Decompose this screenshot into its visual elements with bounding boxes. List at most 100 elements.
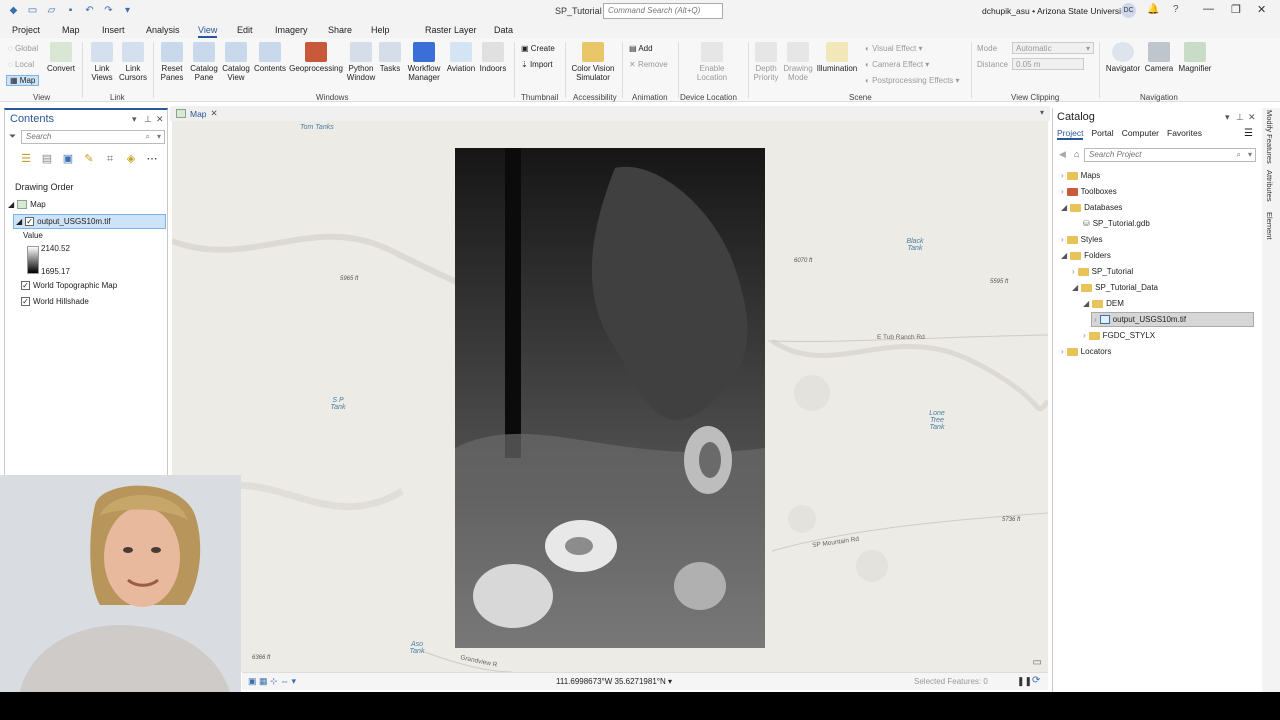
layer-row-selected[interactable]: ◢ ✓ output_USGS10m.tif: [13, 214, 166, 229]
command-search-input[interactable]: Command Search (Alt+Q): [603, 3, 723, 19]
tab-project[interactable]: Project: [12, 25, 40, 35]
minimize-button[interactable]: —: [1203, 3, 1214, 15]
close-pane-icon[interactable]: ✕: [1248, 112, 1256, 123]
tab-insert[interactable]: Insert: [102, 25, 125, 35]
link-cursors-button[interactable]: Link Cursors: [117, 42, 149, 82]
convert-button[interactable]: Convert: [46, 42, 76, 73]
side-tab-attributes[interactable]: Attributes: [1265, 170, 1274, 202]
help-icon[interactable]: ?: [1173, 4, 1179, 15]
home-icon[interactable]: ⌂: [1074, 149, 1079, 159]
list-by-source-icon[interactable]: ▤: [40, 152, 54, 166]
view-local-button[interactable]: ◌ Local: [8, 60, 34, 69]
basemap-visibility-checkbox[interactable]: ✓: [21, 281, 30, 290]
link-views-button[interactable]: Link Views: [86, 42, 118, 82]
tab-imagery[interactable]: Imagery: [275, 25, 308, 35]
catalog-tab-computer[interactable]: Computer: [1122, 128, 1159, 140]
thumbnail-create-button[interactable]: ▣ Create: [521, 44, 555, 53]
drawing-mode-button[interactable]: Drawing Mode: [782, 42, 814, 82]
tab-help[interactable]: Help: [371, 25, 390, 35]
tab-menu-icon[interactable]: ▾: [1040, 108, 1044, 117]
close-button[interactable]: ✕: [1257, 3, 1266, 16]
tab-share[interactable]: Share: [328, 25, 352, 35]
refresh-icon[interactable]: ⟳: [1032, 675, 1040, 686]
side-tab-modify-features[interactable]: Modify Features: [1265, 110, 1274, 164]
catalog-item-dem[interactable]: ◢ DEM: [1083, 299, 1124, 308]
search-icon[interactable]: ⌕: [146, 132, 150, 142]
clipping-mode-select[interactable]: Automatic ▾: [1012, 42, 1094, 54]
catalog-item-locators[interactable]: › Locators: [1061, 347, 1111, 356]
expand-arrow-icon[interactable]: ◢: [16, 217, 22, 226]
geoprocessing-button[interactable]: Geoprocessing: [289, 42, 343, 73]
color-vision-simulator-button[interactable]: Color Vision Simulator: [570, 42, 616, 82]
catalog-item-fgdc-stylx[interactable]: › FGDC_STYLX: [1083, 331, 1155, 340]
catalog-item-sp-tutorial-data[interactable]: ◢ SP_Tutorial_Data: [1072, 283, 1158, 292]
postprocessing-effects-button[interactable]: ◐ Postprocessing Effects ▾: [865, 76, 960, 85]
tree-map-row[interactable]: ◢ Map: [8, 200, 46, 209]
camera-effect-button[interactable]: ◐ Camera Effect ▾: [865, 60, 929, 69]
list-by-editing-icon[interactable]: ✎: [82, 152, 96, 166]
tab-data[interactable]: Data: [494, 25, 513, 35]
navigation-tools-icon[interactable]: ▣ ▦ ⊹ ⇔ ▾: [248, 676, 296, 687]
pin-icon[interactable]: ⊥: [144, 114, 152, 125]
contents-button[interactable]: Contents: [253, 42, 287, 73]
hillshade-visibility-checkbox[interactable]: ✓: [21, 297, 30, 306]
list-by-selection-icon[interactable]: ▣: [61, 152, 75, 166]
aviation-button[interactable]: Aviation: [445, 42, 477, 73]
hillshade-row[interactable]: ✓ World Hillshade: [21, 297, 89, 306]
customize-icon[interactable]: ▾: [120, 3, 135, 18]
list-by-drawing-order-icon[interactable]: ☰: [19, 152, 33, 166]
catalog-pane-button[interactable]: Catalog Pane: [189, 42, 219, 82]
map-notes-icon[interactable]: ▭: [1033, 657, 1042, 668]
depth-priority-button[interactable]: Depth Priority: [751, 42, 781, 82]
new-project-icon[interactable]: ▭: [25, 3, 40, 18]
camera-button[interactable]: Camera: [1143, 42, 1175, 73]
tasks-button[interactable]: Tasks: [378, 42, 402, 73]
pin-icon[interactable]: ⊥: [1236, 112, 1244, 123]
visual-effect-button[interactable]: ◐ Visual Effect ▾: [865, 44, 923, 53]
catalog-item-raster-selected[interactable]: › output_USGS10m.tif: [1091, 312, 1254, 327]
clipping-distance-input[interactable]: 0.05 m: [1012, 58, 1084, 70]
tab-map[interactable]: Map: [62, 25, 80, 35]
chevron-down-icon[interactable]: ▾: [157, 132, 161, 141]
layer-visibility-checkbox[interactable]: ✓: [25, 217, 35, 226]
catalog-item-styles[interactable]: › Styles: [1061, 235, 1102, 244]
view-map-button[interactable]: ▦ Map: [6, 75, 40, 86]
open-project-icon[interactable]: ▱: [44, 3, 59, 18]
pane-options-icon[interactable]: ▾: [132, 114, 137, 125]
coordinate-readout[interactable]: 111.6998673°W 35.6271981°N ▾: [556, 677, 672, 686]
tab-analysis[interactable]: Analysis: [146, 25, 180, 35]
catalog-tab-project[interactable]: Project: [1057, 128, 1084, 140]
maximize-button[interactable]: ❐: [1231, 3, 1241, 16]
enable-location-button[interactable]: Enable Location: [690, 42, 734, 82]
list-by-snapping-icon[interactable]: ⌗: [103, 152, 117, 166]
reset-panes-button[interactable]: Reset Panes: [157, 42, 187, 82]
illumination-button[interactable]: Illumination: [816, 42, 858, 73]
catalog-search-input[interactable]: Search Project ⌕ ▾: [1084, 148, 1256, 162]
animation-add-button[interactable]: ▤ Add: [629, 44, 653, 53]
hamburger-menu-icon[interactable]: ☰: [1244, 128, 1253, 139]
undo-icon[interactable]: ↶: [82, 3, 97, 18]
catalog-item-sp-tutorial[interactable]: › SP_Tutorial: [1072, 267, 1133, 276]
avatar[interactable]: DC: [1121, 3, 1136, 18]
basemap-row[interactable]: ✓ World Topographic Map: [21, 281, 117, 290]
catalog-tab-portal[interactable]: Portal: [1091, 128, 1113, 140]
contents-search-input[interactable]: Search ⌕ ▾: [21, 130, 165, 144]
back-icon[interactable]: ◀: [1059, 149, 1066, 160]
expand-arrow-icon[interactable]: ◢: [8, 200, 14, 209]
tab-view[interactable]: View: [198, 25, 218, 38]
pane-options-icon[interactable]: ▾: [1225, 112, 1230, 123]
catalog-item-gdb[interactable]: ⛁ SP_Tutorial.gdb: [1083, 219, 1150, 228]
tab-edit[interactable]: Edit: [237, 25, 253, 35]
notification-bell-icon[interactable]: 🔔: [1147, 4, 1159, 15]
thumbnail-import-button[interactable]: ⇣ Import: [521, 60, 553, 69]
catalog-item-databases[interactable]: ◢ Databases: [1061, 203, 1122, 212]
workflow-manager-button[interactable]: Workflow Manager: [404, 42, 444, 82]
search-icon[interactable]: ⌕: [1237, 150, 1241, 160]
tab-raster-layer[interactable]: Raster Layer: [425, 25, 477, 35]
catalog-item-maps[interactable]: › Maps: [1061, 171, 1100, 180]
map-view-tab[interactable]: Map ✕: [176, 108, 218, 119]
indoors-button[interactable]: Indoors: [478, 42, 508, 73]
magnifier-button[interactable]: Magnifier: [1176, 42, 1214, 73]
redo-icon[interactable]: ↷: [101, 3, 116, 18]
side-tab-element[interactable]: Element: [1265, 212, 1274, 240]
